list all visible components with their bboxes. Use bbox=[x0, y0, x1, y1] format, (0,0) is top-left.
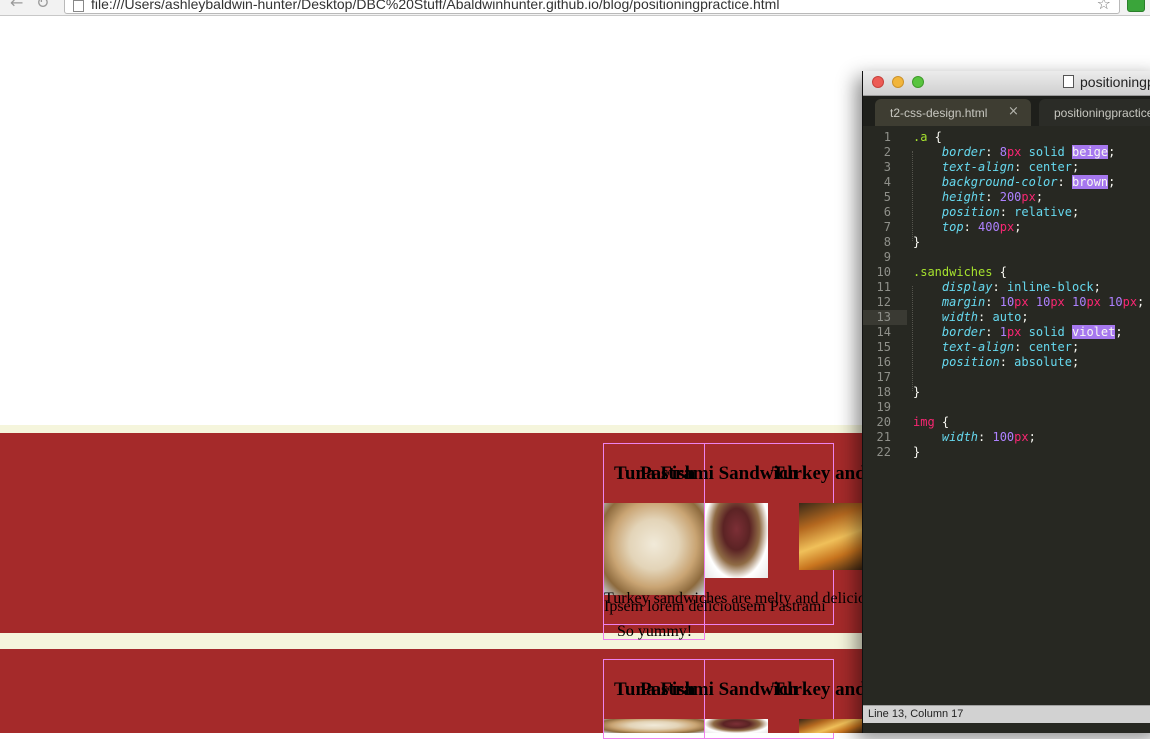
tab-close-icon[interactable]: × bbox=[1008, 104, 1019, 119]
code-text: text-align: center; bbox=[941, 340, 1080, 354]
editor-titlebar: positioningpractice.html bbox=[863, 71, 1150, 96]
code-text: background-color: brown; bbox=[941, 175, 1116, 189]
cursor-position: Line 13, Column 17 bbox=[868, 708, 964, 720]
code-line[interactable]: 11 display: inline-block; bbox=[863, 280, 1150, 295]
sandwich-text-tuna: So yummy! bbox=[617, 623, 693, 640]
tab-positioningpractice[interactable]: positioningpractice.html bbox=[1039, 99, 1150, 126]
code-text: display: inline-block; bbox=[941, 280, 1101, 294]
code-text: .sandwiches { bbox=[913, 265, 1007, 279]
code-text: text-align: center; bbox=[941, 160, 1080, 174]
code-text: top: 400px; bbox=[941, 220, 1022, 234]
line-number: 15 bbox=[876, 340, 891, 354]
sandwich-text-pastrami: Ipsem lorem deliciousem Pastrami bbox=[604, 598, 826, 615]
code-line[interactable]: 6 position: relative; bbox=[863, 205, 1150, 220]
code-line[interactable]: 1 .a { bbox=[863, 130, 1150, 145]
line-number: 20 bbox=[876, 415, 891, 429]
code-line[interactable]: 4 background-color: brown; bbox=[863, 175, 1150, 190]
code-line[interactable]: 3 text-align: center; bbox=[863, 160, 1150, 175]
code-text: position: absolute; bbox=[941, 355, 1080, 369]
code-line[interactable]: 17 bbox=[863, 370, 1150, 385]
pastrami-sandwich-image bbox=[705, 503, 768, 578]
editor-tab-bar: t2-css-design.html × positioningpractice… bbox=[863, 96, 1150, 126]
turkey-sandwich-image bbox=[799, 503, 863, 570]
address-bar[interactable]: file:///Users/ashleybaldwin-hunter/Deskt… bbox=[64, 0, 1120, 14]
line-number: 13 bbox=[876, 310, 891, 324]
tuna-sandwich-image bbox=[604, 719, 704, 733]
code-line[interactable]: 7 top: 400px; bbox=[863, 220, 1150, 235]
code-line[interactable]: 18} bbox=[863, 385, 1150, 400]
code-text: position: relative; bbox=[941, 205, 1080, 219]
code-text: width: auto; bbox=[941, 310, 1029, 324]
maximize-window-icon[interactable] bbox=[912, 76, 924, 88]
line-number: 14 bbox=[876, 325, 891, 339]
code-line[interactable]: 10 .sandwiches { bbox=[863, 265, 1150, 280]
reload-icon[interactable]: ↻ bbox=[36, 0, 49, 12]
editor-window-title: positioningpractice.html bbox=[1080, 74, 1150, 90]
turkey-sandwich-image bbox=[799, 719, 863, 733]
code-text: } bbox=[913, 445, 921, 459]
sandwich-title-turkey: Turkey and bbox=[772, 679, 866, 700]
code-line[interactable]: 20 img { bbox=[863, 415, 1150, 430]
code-line[interactable]: 12 margin: 10px 10px 10px 10px; bbox=[863, 295, 1150, 310]
code-text: border: 1px solid violet; bbox=[941, 325, 1123, 339]
tab-t2-css-design[interactable]: t2-css-design.html × bbox=[875, 99, 1031, 126]
browser-toolbar: ← ↻ file:///Users/ashleybaldwin-hunter/D… bbox=[0, 0, 1150, 16]
star-icon[interactable]: ☆ bbox=[1097, 0, 1111, 13]
address-text[interactable]: file:///Users/ashleybaldwin-hunter/Deskt… bbox=[91, 0, 779, 12]
tab-label: positioningpractice.html bbox=[1054, 106, 1150, 120]
minimize-window-icon[interactable] bbox=[892, 76, 904, 88]
line-number: 5 bbox=[883, 190, 891, 204]
tuna-sandwich-image bbox=[604, 503, 704, 595]
code-line[interactable]: 8} bbox=[863, 235, 1150, 250]
code-line[interactable]: 19 bbox=[863, 400, 1150, 415]
code-text: img { bbox=[913, 415, 950, 429]
close-window-icon[interactable] bbox=[872, 76, 884, 88]
tab-label: t2-css-design.html bbox=[890, 106, 988, 120]
code-line[interactable]: 15 text-align: center; bbox=[863, 340, 1150, 355]
page-icon bbox=[73, 0, 84, 12]
code-text: margin: 10px 10px 10px 10px; bbox=[941, 295, 1145, 309]
code-line[interactable]: 14 border: 1px solid violet; bbox=[863, 325, 1150, 340]
code-editor-window: positioningpractice.html t2-css-design.h… bbox=[862, 71, 1150, 733]
line-number: 8 bbox=[883, 235, 891, 249]
code-text: } bbox=[913, 235, 921, 249]
line-number: 12 bbox=[876, 295, 891, 309]
line-number: 21 bbox=[876, 430, 891, 444]
line-number: 3 bbox=[883, 160, 891, 174]
pastrami-sandwich-image bbox=[705, 719, 768, 733]
code-line[interactable]: 13 width: auto; bbox=[863, 310, 1150, 325]
code-line[interactable]: 2 border: 8px solid beige; bbox=[863, 145, 1150, 160]
code-line[interactable]: 22} bbox=[863, 445, 1150, 460]
line-number: 22 bbox=[876, 445, 891, 459]
line-number: 10 bbox=[876, 265, 891, 279]
line-number: 18 bbox=[876, 385, 891, 399]
code-text: border: 8px solid beige; bbox=[941, 145, 1116, 159]
sandwich-title-turkey: Turkey and bbox=[772, 463, 866, 484]
line-number: 2 bbox=[883, 145, 891, 159]
code-line[interactable]: 9 bbox=[863, 250, 1150, 265]
code-line[interactable]: 5 height: 200px; bbox=[863, 190, 1150, 205]
code-text: } bbox=[913, 385, 921, 399]
line-number: 1 bbox=[883, 130, 891, 144]
line-number: 9 bbox=[883, 250, 891, 264]
code-line[interactable]: 16 position: absolute; bbox=[863, 355, 1150, 370]
document-icon bbox=[1063, 75, 1074, 88]
line-number: 7 bbox=[883, 220, 891, 234]
code-area[interactable]: 1 .a {2 border: 8px solid beige; 3 text-al… bbox=[863, 130, 1150, 460]
line-number: 6 bbox=[883, 205, 891, 219]
code-line[interactable]: 21 width: 100px; bbox=[863, 430, 1150, 445]
code-text: width: 100px; bbox=[941, 430, 1036, 444]
code-text: height: 200px; bbox=[941, 190, 1044, 204]
line-number: 16 bbox=[876, 355, 891, 369]
back-arrow-icon[interactable]: ← bbox=[10, 0, 23, 12]
line-number: 11 bbox=[876, 280, 891, 294]
editor-status-bar: Line 13, Column 17 bbox=[863, 705, 1150, 723]
extension-icon[interactable] bbox=[1127, 0, 1145, 12]
line-number: 17 bbox=[876, 370, 891, 384]
code-text: .a { bbox=[913, 130, 942, 144]
line-number: 19 bbox=[876, 400, 891, 414]
line-number: 4 bbox=[883, 175, 891, 189]
